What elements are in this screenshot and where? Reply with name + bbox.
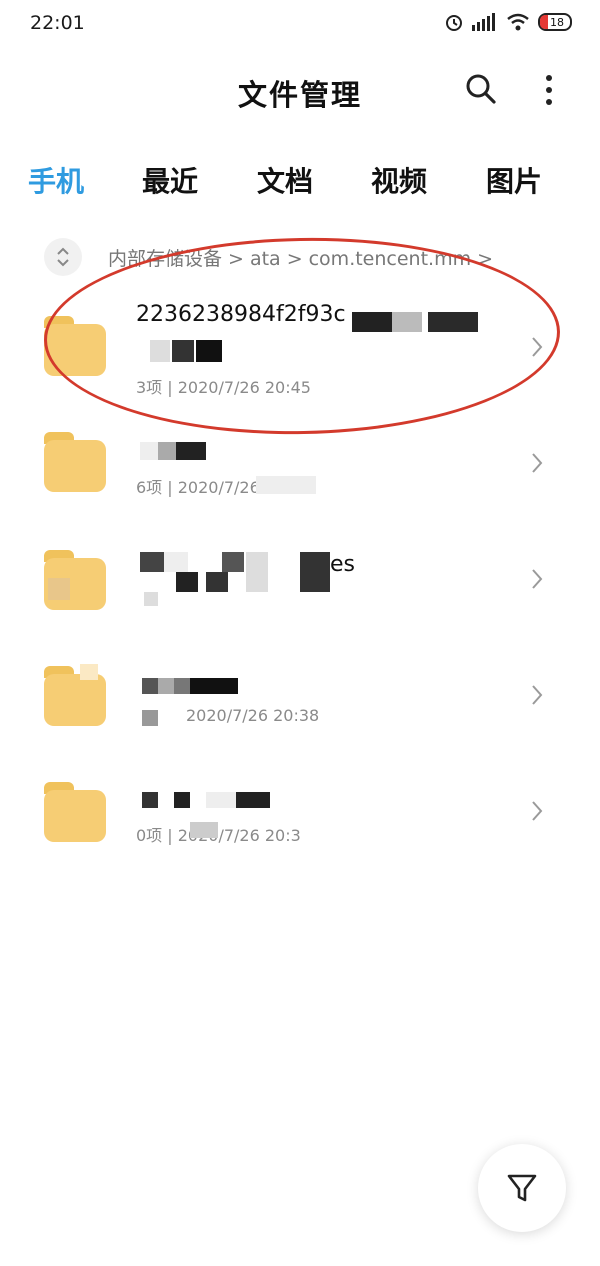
chevron-right-icon bbox=[532, 685, 543, 705]
category-tabs: 手机 最近 文档 视频 图片 bbox=[0, 152, 600, 212]
redacted-mosaic bbox=[246, 552, 268, 592]
search-icon bbox=[466, 74, 496, 104]
more-options-button[interactable] bbox=[544, 74, 568, 114]
redacted-mosaic bbox=[236, 792, 270, 808]
tab-images[interactable]: 图片 bbox=[486, 160, 542, 200]
folder-icon bbox=[44, 432, 106, 492]
tab-documents[interactable]: 文档 bbox=[257, 160, 313, 200]
status-time: 22:01 bbox=[30, 12, 85, 34]
redacted-mosaic bbox=[256, 476, 316, 494]
page-title: 文件管理 bbox=[237, 78, 362, 112]
chevron-right-icon bbox=[532, 337, 543, 357]
breadcrumb-item-tencent[interactable]: com.tencent.mm bbox=[309, 248, 471, 270]
redacted-mosaic bbox=[142, 678, 158, 694]
list-item[interactable]: es bbox=[0, 518, 600, 634]
wifi-icon bbox=[507, 13, 529, 31]
redacted-mosaic bbox=[48, 578, 70, 600]
redacted-mosaic bbox=[176, 442, 206, 460]
redacted-mosaic bbox=[158, 678, 174, 694]
file-name: 2236238984f2f93c bbox=[136, 302, 346, 327]
status-bar: 22:01 18 bbox=[0, 0, 600, 50]
breadcrumb-item-storage[interactable]: 内部存储设备 bbox=[108, 248, 222, 270]
redacted-mosaic bbox=[172, 340, 194, 362]
chevron-right-icon bbox=[532, 801, 543, 821]
redacted-mosaic bbox=[206, 572, 228, 592]
redacted-mosaic bbox=[164, 552, 188, 572]
chevron-right-icon: > bbox=[477, 247, 494, 270]
more-vertical-icon bbox=[546, 75, 552, 105]
redacted-mosaic bbox=[142, 710, 158, 726]
expand-path-button[interactable] bbox=[44, 238, 82, 276]
chevron-right-icon: > bbox=[228, 247, 244, 270]
redacted-mosaic bbox=[196, 340, 222, 362]
filter-button[interactable] bbox=[478, 1144, 566, 1232]
file-meta: 0项 | 2020/7/26 20:3 bbox=[136, 826, 301, 845]
redacted-mosaic bbox=[150, 340, 170, 362]
status-icons: 18 bbox=[444, 12, 572, 32]
chevron-right-icon bbox=[532, 569, 543, 589]
search-button[interactable] bbox=[464, 72, 504, 112]
redacted-mosaic bbox=[140, 552, 164, 572]
file-meta: 3项 | 2020/7/26 20:45 bbox=[136, 378, 311, 397]
list-item[interactable]: 6项 | 2020/7/26 bbox=[0, 402, 600, 518]
folder-icon bbox=[44, 782, 106, 842]
redacted-mosaic bbox=[174, 792, 190, 808]
expand-collapse-icon bbox=[57, 247, 69, 267]
file-meta: 2020/7/26 20:38 bbox=[186, 706, 320, 725]
filter-icon bbox=[507, 1174, 537, 1202]
redacted-mosaic bbox=[140, 442, 158, 460]
redacted-mosaic bbox=[80, 664, 98, 680]
redacted-mosaic bbox=[158, 442, 176, 460]
chevron-right-icon bbox=[532, 453, 543, 473]
redacted-mosaic bbox=[206, 792, 236, 808]
alarm-icon bbox=[446, 15, 462, 31]
redacted-mosaic bbox=[190, 678, 238, 694]
redacted-mosaic bbox=[176, 572, 198, 592]
redacted-mosaic bbox=[392, 312, 422, 332]
redacted-mosaic bbox=[174, 678, 190, 694]
signal-icon bbox=[472, 13, 495, 31]
redacted-mosaic bbox=[222, 552, 244, 572]
breadcrumb-path: 内部存储设备 > ata > com.tencent.mm > bbox=[108, 244, 499, 271]
file-name: es bbox=[330, 552, 355, 577]
breadcrumb: 内部存储设备 > ata > com.tencent.mm > bbox=[44, 234, 584, 280]
list-item[interactable]: 0项 | 2020/7/26 20:3 bbox=[0, 750, 600, 866]
battery-level: 18 bbox=[550, 15, 564, 29]
redacted-mosaic bbox=[190, 822, 218, 838]
app-header: 文件管理 bbox=[0, 60, 600, 124]
list-item[interactable]: 2236238984f2f93c 3项 | 2020/7/26 20:45 bbox=[0, 286, 600, 402]
redacted-mosaic bbox=[352, 312, 392, 332]
redacted-mosaic bbox=[142, 792, 158, 808]
list-item[interactable]: 2020/7/26 20:38 bbox=[0, 634, 600, 750]
breadcrumb-item-data[interactable]: ata bbox=[250, 248, 281, 270]
file-meta: 6项 | 2020/7/26 bbox=[136, 478, 260, 497]
redacted-mosaic bbox=[428, 312, 478, 332]
redacted-mosaic bbox=[300, 552, 330, 592]
tab-phone[interactable]: 手机 bbox=[28, 160, 84, 200]
tab-recent[interactable]: 最近 bbox=[142, 160, 198, 200]
tab-videos[interactable]: 视频 bbox=[371, 160, 427, 200]
battery-icon: 18 bbox=[538, 13, 572, 31]
chevron-right-icon: > bbox=[286, 247, 303, 270]
redacted-mosaic bbox=[144, 592, 158, 606]
folder-icon bbox=[44, 316, 106, 376]
